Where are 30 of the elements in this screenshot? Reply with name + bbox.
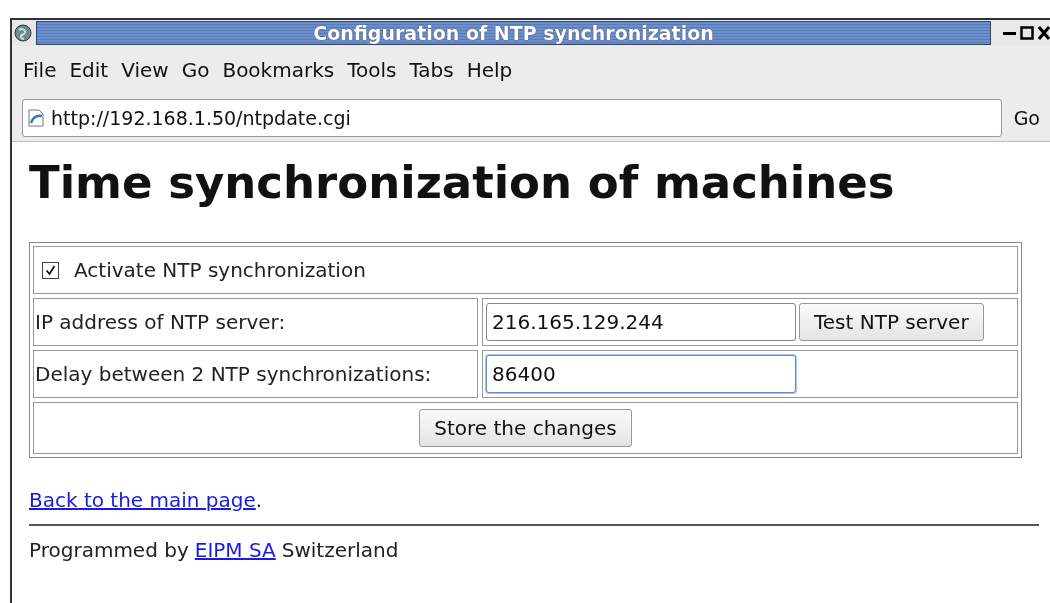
window-title: Configuration of NTP synchronization	[36, 21, 991, 45]
field-label: Delay between 2 NTP synchronizations:	[35, 362, 432, 386]
checkbox[interactable]	[42, 261, 59, 279]
menu-item[interactable]: File	[18, 56, 65, 84]
menu-item[interactable]: Help	[461, 56, 521, 84]
menu-item[interactable]: View	[116, 56, 177, 84]
back-link[interactable]: Back to the main page	[29, 488, 256, 512]
close-icon	[1038, 26, 1050, 40]
menu-item[interactable]: Bookmarks	[217, 56, 343, 84]
credit-text: Programmed by	[29, 538, 189, 562]
text-field[interactable]: 216.165.129.244	[486, 303, 796, 341]
go-button[interactable]: Go	[1001, 106, 1050, 129]
maximize-icon	[1020, 26, 1034, 40]
address-field[interactable]: http://192.168.1.50/ntpdate.cgi	[22, 98, 1002, 137]
page-heading: Time synchronization of machines	[29, 156, 896, 210]
menu-item[interactable]: Edit	[64, 56, 117, 84]
field-label: IP address of NTP server:	[35, 310, 286, 334]
punctuation: .	[255, 488, 263, 512]
menu-item[interactable]: Tabs	[404, 56, 462, 84]
company-link[interactable]: EIPM SA	[194, 538, 276, 562]
checkbox-label: Activate NTP synchronization	[74, 258, 366, 282]
text-field[interactable]: 86400	[486, 355, 796, 393]
minimize-icon	[1003, 32, 1016, 35]
store-button[interactable]: Store the changes	[419, 409, 632, 447]
menu-item[interactable]: Tools	[342, 56, 405, 84]
credit-text: Switzerland	[281, 538, 399, 562]
check-icon	[45, 264, 56, 276]
menu-item[interactable]: Go	[176, 56, 218, 84]
page-icon	[27, 108, 45, 127]
test-button[interactable]: Test NTP server	[799, 303, 984, 341]
